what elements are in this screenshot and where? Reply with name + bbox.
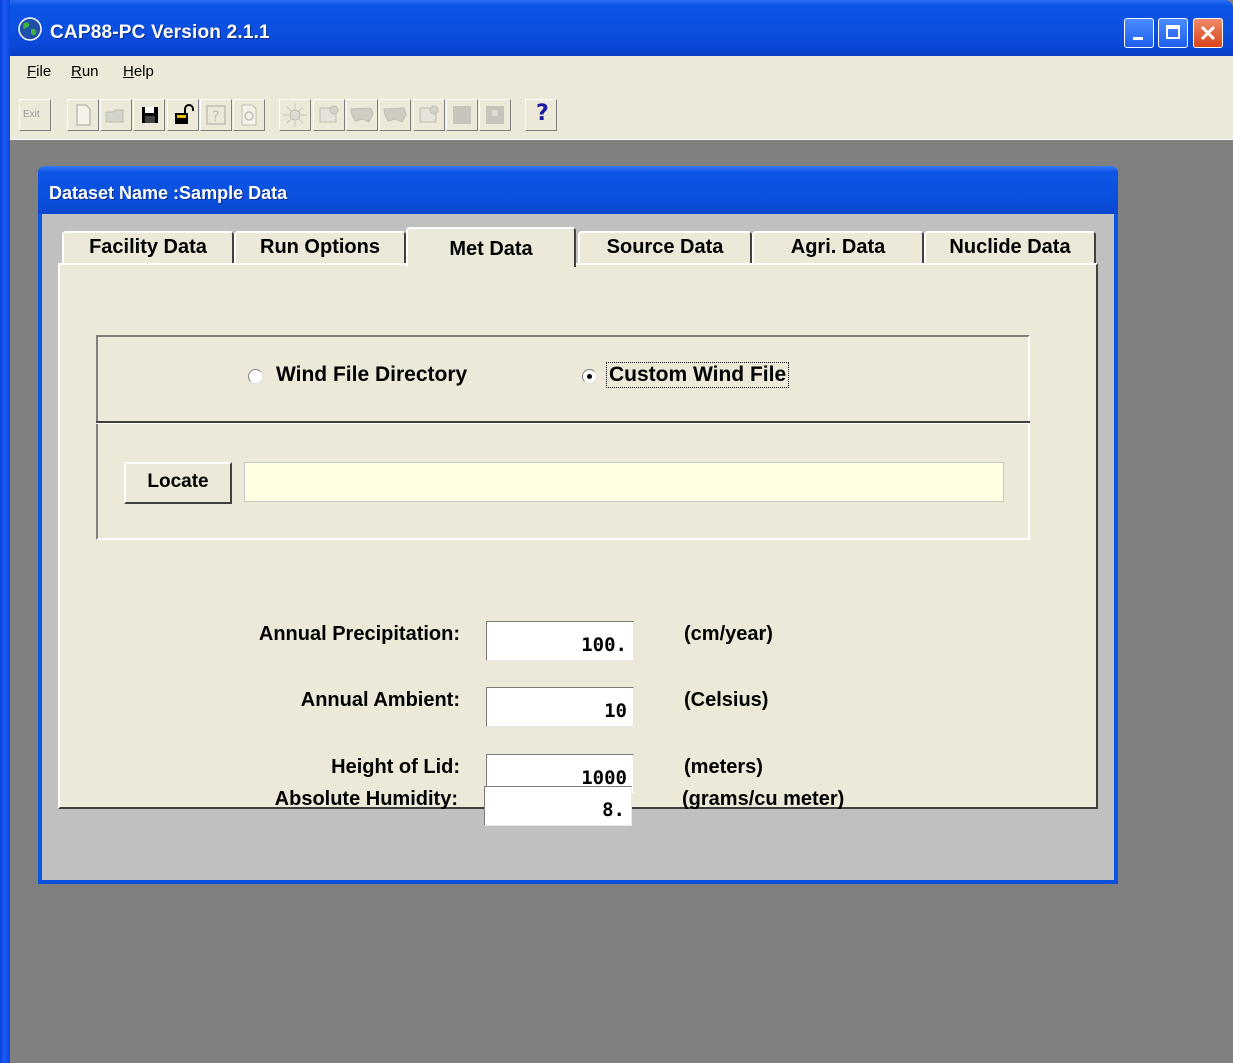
height-of-lid-label: Height of Lid:	[331, 756, 460, 778]
annual-ambient-label: Annual Ambient:	[300, 689, 460, 711]
dataset-window: Dataset Name :Sample Data Facility Data …	[38, 166, 1118, 884]
svg-text:?: ?	[212, 109, 219, 125]
help-button[interactable]: ?	[525, 99, 557, 131]
locate-group: Locate	[96, 424, 1030, 540]
menu-help[interactable]: Help	[123, 63, 154, 80]
tab-run-options[interactable]: Run Options	[234, 231, 406, 265]
menu-run-accel: R	[71, 63, 82, 80]
toolbar: Exit ? ?	[10, 87, 1233, 140]
annual-ambient-unit: (Celsius)	[684, 689, 769, 711]
height-of-lid-unit: (meters)	[684, 756, 763, 778]
menu-run[interactable]: Run	[71, 63, 99, 80]
custom-wind-file-label[interactable]: Custom Wind File	[606, 362, 790, 388]
preview-button[interactable]	[233, 99, 265, 131]
window-frame-left	[0, 0, 10, 1063]
exit-button[interactable]: Exit	[19, 99, 51, 131]
minimize-button[interactable]	[1124, 18, 1154, 48]
annual-ambient-field[interactable]: 10	[486, 687, 634, 727]
grid-icon	[486, 106, 504, 124]
us-map-icon	[383, 107, 407, 123]
dataset-title-bar[interactable]: Dataset Name :Sample Data	[38, 166, 1118, 214]
wind-file-directory-label[interactable]: Wind File Directory	[276, 363, 467, 387]
menu-help-label: elp	[133, 63, 154, 80]
globe-icon	[18, 17, 42, 41]
menu-file[interactable]: File	[27, 63, 51, 80]
title-bar[interactable]: CAP88-PC Version 2.1.1	[0, 0, 1233, 56]
close-icon	[1200, 25, 1216, 41]
maximize-icon	[1166, 25, 1180, 39]
annual-precipitation-label: Annual Precipitation:	[258, 623, 460, 645]
dataset-title: Dataset Name :Sample Data	[49, 183, 288, 203]
custom-wind-file-radio[interactable]	[582, 369, 597, 384]
menu-bar: File Run Help	[10, 56, 1233, 87]
app-window: CAP88-PC Version 2.1.1 File Run Help Exi…	[0, 0, 1233, 1063]
menu-help-accel: H	[123, 63, 134, 80]
minimize-icon	[1133, 37, 1143, 40]
save-button[interactable]	[133, 99, 165, 131]
floppy-disk-icon	[142, 107, 158, 123]
wind-file-path-field[interactable]	[244, 462, 1004, 502]
burst-icon	[283, 103, 307, 127]
us-map-icon	[350, 107, 374, 123]
open-button[interactable]	[100, 99, 132, 131]
new-button[interactable]	[67, 99, 99, 131]
maximize-button[interactable]	[1158, 18, 1188, 48]
close-button[interactable]	[1193, 18, 1223, 48]
help-question-icon: ?	[536, 101, 549, 126]
open-folder-icon	[105, 109, 124, 123]
annual-precipitation-field[interactable]: 100.	[486, 621, 634, 661]
settings-button[interactable]	[413, 99, 445, 131]
menu-file-accel: F	[27, 63, 37, 80]
menu-run-label: un	[81, 63, 99, 80]
locate-button[interactable]: Locate	[124, 462, 232, 504]
print-preview-icon	[241, 104, 257, 126]
wind-source-group: Wind File Directory Custom Wind File	[96, 335, 1030, 421]
menu-file-label: ile	[36, 63, 52, 80]
run-button[interactable]	[279, 99, 311, 131]
window-gear-icon	[419, 105, 439, 123]
height-of-lid-field[interactable]: 1000	[486, 754, 634, 794]
facility-button[interactable]	[313, 99, 345, 131]
help-doc-button[interactable]: ?	[200, 99, 232, 131]
exit-label: Exit	[23, 109, 40, 120]
annual-precipitation-unit: (cm/year)	[684, 623, 773, 645]
tab-facility-data[interactable]: Facility Data	[62, 231, 234, 265]
unlock-icon	[175, 104, 194, 124]
tab-nuclide-data[interactable]: Nuclide Data	[924, 231, 1096, 265]
grid-button-1[interactable]	[446, 99, 478, 131]
grid-button-2[interactable]	[479, 99, 511, 131]
grid-icon	[453, 106, 471, 124]
met-data-panel: Wind File Directory Custom Wind File Loc…	[58, 263, 1098, 809]
tab-agri-data[interactable]: Agri. Data	[752, 231, 924, 265]
tab-source-data[interactable]: Source Data	[578, 231, 752, 265]
window-gear-icon	[319, 105, 339, 123]
map-button-1[interactable]	[346, 99, 378, 131]
map-button-2[interactable]	[379, 99, 411, 131]
new-file-icon	[76, 104, 91, 126]
tab-met-data[interactable]: Met Data	[406, 227, 576, 267]
help-document-icon: ?	[206, 105, 226, 125]
dataset-client-area: Facility Data Run Options Met Data Sourc…	[42, 214, 1114, 880]
window-title: CAP88-PC Version 2.1.1	[50, 22, 270, 43]
dataset-window-bottom-border	[38, 880, 1118, 884]
unlock-button[interactable]	[167, 99, 199, 131]
wind-file-directory-radio[interactable]	[248, 369, 263, 384]
